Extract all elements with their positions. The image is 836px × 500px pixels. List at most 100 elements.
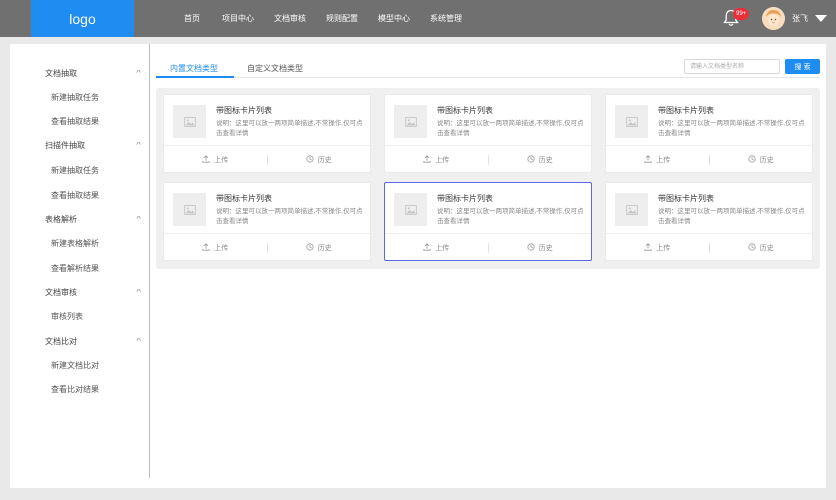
active-tab-indicator: [156, 76, 234, 78]
card-title: 带图标卡片列表: [216, 106, 272, 115]
sidebar-item-view-compare-result[interactable]: 查看比对结果: [51, 384, 99, 395]
clock-icon: [306, 154, 314, 165]
upload-button[interactable]: 上传: [385, 154, 488, 165]
card-footer: 上传 历史: [385, 145, 591, 173]
avatar[interactable]: [762, 7, 785, 30]
upload-icon: [202, 154, 210, 165]
history-label: 历史: [538, 244, 553, 252]
tab-builtin-doc-types[interactable]: 内置文档类型: [170, 63, 218, 74]
card-footer: 上传 历史: [606, 145, 812, 173]
sidebar-group-scan-extract[interactable]: 扫描件抽取 ^: [45, 138, 141, 152]
card-title: 带图标卡片列表: [437, 106, 493, 115]
history-button[interactable]: 历史: [268, 242, 371, 253]
upload-icon: [423, 242, 431, 253]
sidebar-group-doc-compare[interactable]: 文档比对 ^: [45, 334, 141, 348]
image-placeholder-icon: [615, 105, 648, 138]
nav-item-projects[interactable]: 项目中心: [222, 0, 254, 37]
chevron-up-icon: ^: [136, 288, 141, 296]
image-placeholder-icon: [394, 193, 427, 226]
clock-icon: [527, 242, 535, 253]
upload-icon: [644, 154, 652, 165]
tabs-divider: [156, 77, 820, 78]
sidebar-item-view-scan-extract-result[interactable]: 查看抽取结果: [51, 190, 99, 201]
upload-button[interactable]: 上传: [606, 242, 709, 253]
chevron-up-icon: ^: [136, 337, 141, 345]
upload-icon: [202, 242, 210, 253]
logo[interactable]: logo: [31, 0, 134, 37]
sidebar-item-new-doc-compare[interactable]: 新建文档比对: [51, 360, 99, 371]
sidebar-group-doc-extract[interactable]: 文档抽取 ^: [45, 66, 141, 80]
history-label: 历史: [317, 244, 332, 252]
sidebar-group-label: 表格解析: [45, 214, 77, 224]
chevron-down-icon[interactable]: [815, 15, 827, 22]
upload-button[interactable]: 上传: [164, 154, 267, 165]
card-title: 带图标卡片列表: [437, 194, 493, 203]
image-placeholder-icon: [173, 105, 206, 138]
sidebar-item-view-parse-result[interactable]: 查看解析结果: [51, 263, 99, 274]
upload-button[interactable]: 上传: [385, 242, 488, 253]
card-description: 说明：这里可以放一两项简单描述,不常操作,仅可点击查看详情: [437, 120, 584, 137]
sidebar-item-view-extract-result[interactable]: 查看抽取结果: [51, 116, 99, 127]
card-description: 说明：这里可以放一两项简单描述,不常操作,仅可点击查看详情: [216, 208, 363, 225]
history-label: 历史: [538, 156, 553, 164]
history-button[interactable]: 历史: [710, 154, 813, 165]
nav-item-system[interactable]: 系统管理: [430, 0, 462, 37]
sidebar-group-label: 扫描件抽取: [45, 140, 85, 150]
top-navbar: logo 首页 项目中心 文档审核 规则配置 模型中心 系统管理 99+ 张飞: [0, 0, 836, 37]
upload-button[interactable]: 上传: [606, 154, 709, 165]
username[interactable]: 张飞: [792, 0, 808, 37]
sidebar-group-table-parse[interactable]: 表格解析 ^: [45, 212, 141, 226]
upload-label: 上传: [214, 156, 229, 164]
upload-label: 上传: [656, 156, 671, 164]
history-label: 历史: [317, 156, 332, 164]
history-button[interactable]: 历史: [489, 154, 592, 165]
search-input[interactable]: [684, 59, 780, 74]
nav-item-models[interactable]: 模型中心: [378, 0, 410, 37]
history-button[interactable]: 历史: [268, 154, 371, 165]
history-label: 历史: [759, 244, 774, 252]
upload-icon: [644, 242, 652, 253]
main-panel: 文档抽取 ^ 新建抽取任务 查看抽取结果 扫描件抽取 ^ 新建抽取任务 查看抽取…: [10, 44, 826, 488]
history-button[interactable]: 历史: [710, 242, 813, 253]
card-footer: 上传 历史: [164, 233, 370, 261]
nav-item-doc-review[interactable]: 文档审核: [274, 0, 306, 37]
upload-button[interactable]: 上传: [164, 242, 267, 253]
clock-icon: [527, 154, 535, 165]
tab-custom-doc-types[interactable]: 自定义文档类型: [247, 63, 303, 74]
sidebar-item-new-extract-task[interactable]: 新建抽取任务: [51, 92, 99, 103]
image-placeholder-icon: [394, 105, 427, 138]
upload-icon: [423, 154, 431, 165]
chevron-up-icon: ^: [136, 69, 141, 77]
sidebar-group-label: 文档审核: [45, 287, 77, 297]
image-placeholder-icon: [615, 193, 648, 226]
sidebar-group-label: 文档比对: [45, 336, 77, 346]
card-footer: 上传 历史: [385, 233, 591, 261]
sidebar-item-review-list[interactable]: 审核列表: [51, 311, 83, 322]
history-button[interactable]: 历史: [489, 242, 592, 253]
sidebar-item-new-scan-extract-task[interactable]: 新建抽取任务: [51, 165, 99, 176]
doc-type-card[interactable]: 带图标卡片列表 说明：这里可以放一两项简单描述,不常操作,仅可点击查看详情 上传 历史: [605, 94, 813, 173]
history-label: 历史: [759, 156, 774, 164]
image-placeholder-icon: [173, 193, 206, 226]
doc-type-card[interactable]: 带图标卡片列表 说明：这里可以放一两项简单描述,不常操作,仅可点击查看详情 上传 历史: [384, 182, 592, 261]
doc-type-card[interactable]: 带图标卡片列表说明：这里可以放一两项简单描述,不常操作,仅可点击查看详情上传 历史: [384, 94, 592, 173]
doc-type-card[interactable]: 带图标卡片列表 说明：这里可以放一两项简单描述,不常操作,仅可点击查看详情 上传 历史: [163, 94, 371, 173]
search-button[interactable]: 搜 索: [785, 59, 820, 74]
clock-icon: [748, 154, 756, 165]
card-description: 说明：这里可以放一两项简单描述,不常操作,仅可点击查看详情: [658, 120, 805, 137]
chevron-up-icon: ^: [136, 141, 141, 149]
sidebar-group-doc-review[interactable]: 文档审核 ^: [45, 285, 141, 299]
nav-item-rules[interactable]: 规则配置: [326, 0, 358, 37]
sidebar-item-new-table-parse[interactable]: 新建表格解析: [51, 238, 99, 249]
card-grid: 带图标卡片列表 说明：这里可以放一两项简单描述,不常操作,仅可点击查看详情 上传 历史…: [156, 88, 820, 269]
doc-type-card[interactable]: 带图标卡片列表 说明：这里可以放一两项简单描述,不常操作,仅可点击查看详情 上传 历史: [605, 182, 813, 261]
chevron-up-icon: ^: [136, 215, 141, 223]
clock-icon: [748, 242, 756, 253]
card-description: 说明：这里可以放一两项简单描述,不常操作,仅可点击查看详情: [658, 208, 805, 225]
sidebar-group-label: 文档抽取: [45, 68, 77, 78]
upload-label: 上传: [435, 156, 450, 164]
card-footer: 上传 历史: [164, 145, 370, 173]
nav-item-home[interactable]: 首页: [184, 0, 200, 37]
clock-icon: [306, 242, 314, 253]
doc-type-card[interactable]: 带图标卡片列表 说明：这里可以放一两项简单描述,不常操作,仅可点击查看详情 上传 历史: [163, 182, 371, 261]
